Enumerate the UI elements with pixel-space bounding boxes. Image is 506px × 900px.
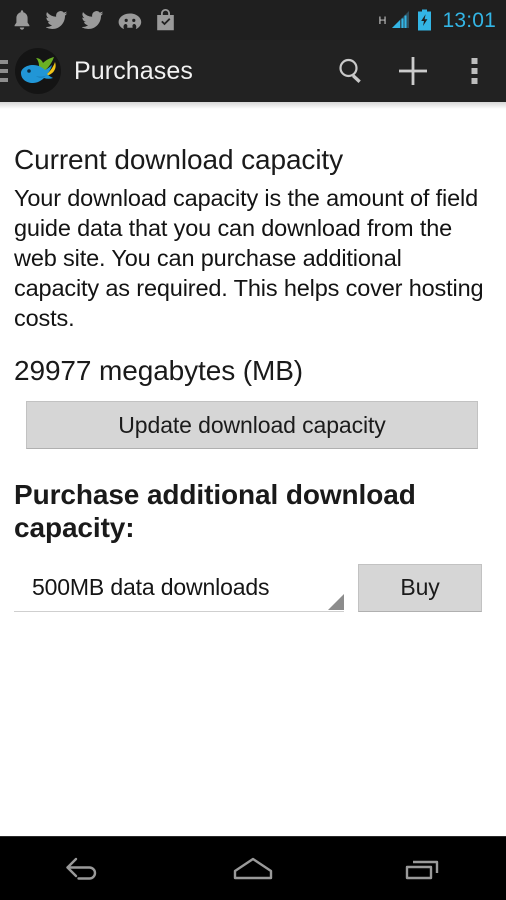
- signal-bars-icon: [392, 11, 410, 28]
- capacity-value: 29977 megabytes (MB): [14, 355, 304, 387]
- back-arrow-icon: [66, 857, 97, 880]
- status-bar: H 13:01: [0, 0, 506, 40]
- buy-button[interactable]: Buy: [358, 563, 482, 612]
- status-system-icons: H 13:01: [378, 9, 496, 31]
- current-capacity-heading: Current download capacity: [14, 144, 344, 175]
- main-content: Current download capacity Your download …: [0, 102, 506, 836]
- battery-charging-icon: [418, 9, 432, 31]
- overflow-button[interactable]: [444, 40, 506, 102]
- system-navigation-bar: [0, 836, 506, 900]
- phone-screen: H 13:01 Purchases Current download capac…: [0, 0, 506, 900]
- status-clock: 13:01: [442, 8, 496, 32]
- add-button[interactable]: [382, 40, 444, 102]
- capacity-description: Your download capacity is the amount of …: [14, 185, 484, 331]
- page-title: Purchases: [74, 56, 194, 85]
- recent-apps-icon: [405, 860, 438, 879]
- overflow-menu-icon: [471, 58, 478, 84]
- search-button[interactable]: [320, 40, 382, 102]
- shopping-bag-check-icon: [157, 9, 174, 31]
- twitter-icon-1: [46, 11, 68, 29]
- plus-icon: [399, 57, 427, 85]
- action-bar-buttons: [320, 40, 506, 102]
- purchase-row: 500MB data downloads Buy: [14, 563, 492, 612]
- action-bar: Purchases: [0, 40, 506, 102]
- spinner-selected-value: 500MB data downloads: [32, 573, 270, 600]
- home-icon: [233, 857, 273, 879]
- nav-home-button[interactable]: [193, 837, 313, 900]
- nav-back-button[interactable]: [24, 837, 144, 900]
- nav-recents-button[interactable]: [362, 837, 482, 900]
- spinner-caret-icon: [328, 593, 344, 610]
- twitter-icon-2: [82, 11, 104, 29]
- hamburger-menu-icon[interactable]: [0, 60, 8, 82]
- android-icon: [118, 13, 142, 29]
- update-download-capacity-button[interactable]: Update download capacity: [26, 401, 478, 450]
- app-logo-fish-leaf-icon: [15, 48, 61, 94]
- search-icon: [339, 58, 361, 83]
- status-notification-icons: [12, 9, 175, 31]
- network-type-label: H: [378, 15, 387, 27]
- purchase-heading: Purchase additional download capacity:: [14, 479, 416, 543]
- notification-bell-icon: [14, 10, 30, 30]
- data-package-spinner[interactable]: 500MB data downloads: [14, 564, 344, 612]
